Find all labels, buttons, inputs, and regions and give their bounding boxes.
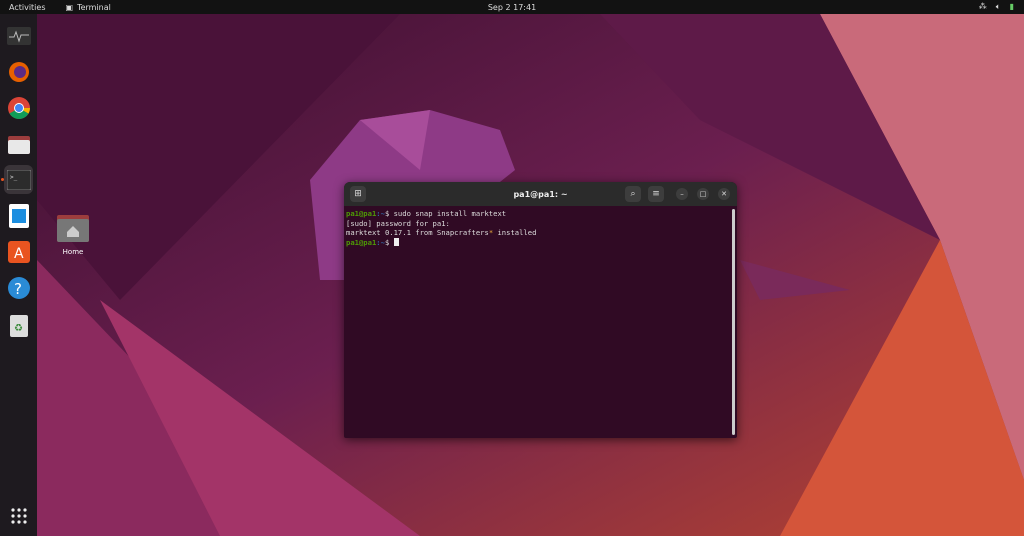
terminal-icon: ▣ [66,3,74,12]
dock-terminal[interactable]: >_ [4,165,33,194]
maximize-button[interactable]: □ [697,188,709,200]
maximize-icon: □ [700,190,707,198]
dock-system-monitor[interactable] [4,21,33,50]
system-tray[interactable]: ⁂ 🔈︎ ▮ [979,2,1014,12]
dock-libreoffice-writer[interactable] [4,201,33,230]
terminal-line: pa1@pa1:~$ [346,238,735,248]
network-icon: ⁂ [979,2,987,12]
new-tab-icon: ⊞ [354,189,362,199]
dock-ubuntu-software[interactable]: A [4,237,33,266]
output-text-end: installed [493,228,536,237]
battery-icon: ▮ [1010,2,1014,12]
close-icon: ✕ [721,190,727,198]
close-button[interactable]: ✕ [718,188,730,200]
minimize-button[interactable]: – [676,188,688,200]
output-text: marktext 0.17.1 from Snapcrafters [346,228,489,237]
clock[interactable]: Sep 2 17:41 [488,3,536,12]
trash-icon: ♻ [10,315,28,337]
desktop-home-folder[interactable]: Home [52,212,94,256]
command-text: $ sudo snap install marktext [385,209,506,218]
search-button[interactable]: ⌕ [625,186,641,202]
terminal-titlebar[interactable]: ⊞ pa1@pa1: ~ ⌕ ≡ – □ ✕ [344,182,737,206]
scrollbar[interactable] [732,209,735,435]
app-grid-icon [10,507,28,525]
terminal-line: marktext 0.17.1 from Snapcrafters* insta… [346,228,735,238]
dock-files[interactable] [4,129,33,158]
home-label: Home [52,248,94,256]
files-icon [8,134,30,154]
running-indicator [1,178,4,181]
firefox-icon [8,61,30,83]
help-icon: ? [7,276,31,300]
terminal-line: pa1@pa1:~$ sudo snap install marktext [346,209,735,219]
cursor [394,238,399,246]
menu-button[interactable]: ≡ [648,186,664,202]
dock-chrome[interactable] [4,93,33,122]
svg-text:A: A [14,246,24,262]
minimize-icon: – [680,190,684,198]
dock-trash[interactable]: ♻ [4,311,33,340]
svg-text:>_: >_ [10,174,18,181]
activities-button[interactable]: Activities [9,3,46,12]
new-tab-button[interactable]: ⊞ [350,186,366,202]
terminal-window[interactable]: ⊞ pa1@pa1: ~ ⌕ ≡ – □ ✕ pa1@pa1:~$ sudo s… [344,182,737,438]
home-folder-icon [57,212,89,242]
prompt-user: pa1@pa1 [346,209,376,218]
prompt-path: :~ [376,238,385,247]
system-monitor-icon [7,27,31,45]
svg-text:?: ? [14,280,22,298]
show-applications-button[interactable] [4,501,33,530]
dock-help[interactable]: ? [4,273,33,302]
search-icon: ⌕ [630,189,635,199]
terminal-output[interactable]: pa1@pa1:~$ sudo snap install marktext[su… [344,206,737,250]
prompt-path: :~ [376,209,385,218]
top-bar: Activities ▣Terminal Sep 2 17:41 ⁂ 🔈︎ ▮ [0,0,1024,14]
dock: >_ A ? ♻ [0,14,37,536]
prompt-user: pa1@pa1 [346,238,376,247]
prompt-symbol: $ [385,238,394,247]
app-menu[interactable]: ▣Terminal [66,3,111,12]
software-icon: A [8,241,30,263]
volume-icon: 🔈︎ [996,2,1001,12]
svg-text:♻: ♻ [14,323,23,334]
terminal-line: [sudo] password for pa1: [346,219,735,229]
writer-icon [9,204,29,228]
dock-firefox[interactable] [4,57,33,86]
app-menu-label: Terminal [77,3,111,12]
chrome-icon [7,96,31,120]
hamburger-icon: ≡ [652,189,660,199]
terminal-icon: >_ [7,170,31,190]
